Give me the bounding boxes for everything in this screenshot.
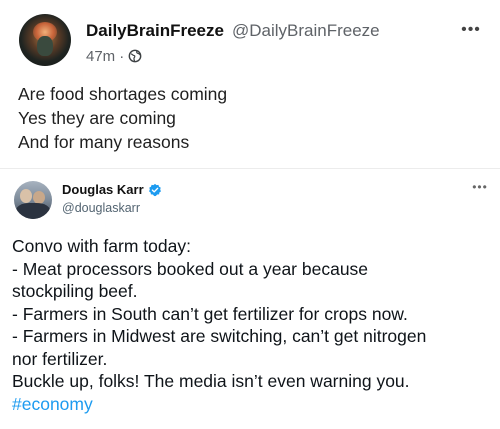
more-options-button[interactable]: ••• [459,20,483,40]
post-meta: 47m · [86,46,142,66]
globe-icon [128,49,142,63]
author-avatar[interactable] [19,14,71,66]
social-post: DailyBrainFreeze @DailyBrainFreeze ••• 4… [0,0,500,429]
post-body: Are food shortages coming Yes they are c… [18,82,227,154]
embedded-author-name[interactable]: Douglas Karr [62,182,144,197]
embedded-author-avatar[interactable] [14,181,52,219]
tweet-line: - Farmers in Midwest are switching, can’… [12,326,427,346]
tweet-line: Convo with farm today: [12,236,191,256]
post-line: And for many reasons [18,132,190,152]
embedded-author-handle[interactable]: @douglaskarr [62,201,140,215]
avatar-figure [37,36,53,56]
tweet-line: - Farmers in South can’t get fertilizer … [12,303,408,324]
post-line: Yes they are coming [18,108,176,128]
embedded-tweet-card[interactable]: Douglas Karr @douglaskarr ••• Convo with… [0,168,500,429]
tweet-line: nor fertilizer. [12,348,108,369]
embedded-author-name-row: Douglas Karr [62,182,162,197]
hashtag-link[interactable]: #economy [12,393,494,416]
verified-badge-icon [148,183,161,196]
embedded-more-options-button[interactable]: ••• [470,179,490,195]
post-line: Are food shortages coming [18,84,228,104]
embedded-tweet-body: Convo with farm today: - Meat processors… [12,235,494,415]
post-time[interactable]: 47m [86,48,115,65]
author-display-name[interactable]: DailyBrainFreeze [86,21,224,41]
tweet-line: Buckle up, folks! The media isn’t even w… [12,371,410,391]
avatar-person [20,189,32,203]
tweet-line: - Meat processors booked out a year beca… [12,258,369,279]
avatar-shoulders [16,203,50,219]
tweet-line: stockpiling beef. [12,281,138,301]
meta-separator: · [119,47,125,65]
author-handle[interactable]: @DailyBrainFreeze [232,21,380,41]
